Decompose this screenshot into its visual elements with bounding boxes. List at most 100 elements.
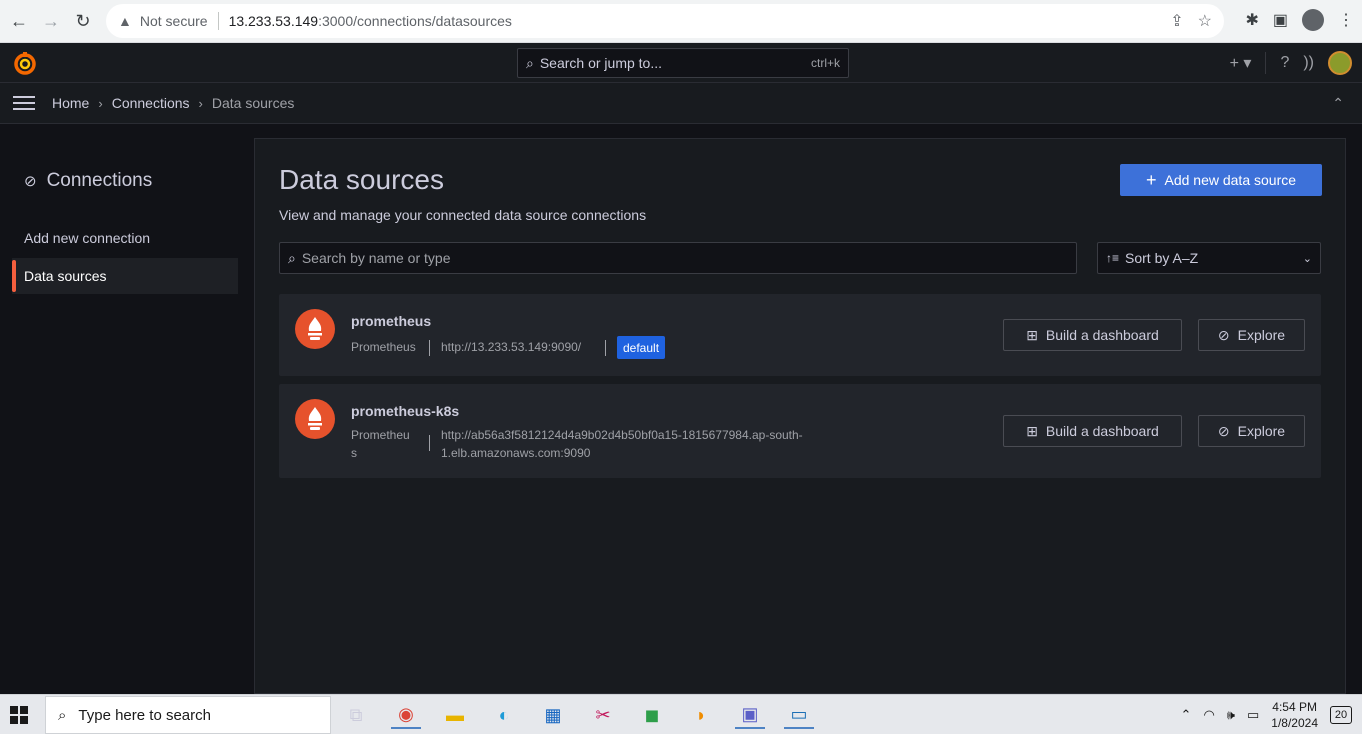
sort-icon: ↑≡ — [1106, 251, 1120, 265]
search-icon: ⌕ — [58, 706, 67, 724]
datasource-card-prometheus[interactable]: prometheus Prometheus http://13.233.53.1… — [279, 294, 1321, 376]
browser-toolbar: ← → ↻ ▲ Not secure 13.233.53.149:3000/co… — [0, 0, 1362, 43]
user-avatar[interactable] — [1328, 51, 1352, 75]
chat-app-icon[interactable]: ◼ — [637, 701, 667, 729]
taskbar-search-input[interactable]: ⌕ Type here to search — [45, 696, 331, 734]
explore-label: Explore — [1237, 423, 1286, 439]
edge-app-icon[interactable]: ◐ — [489, 701, 519, 729]
security-label: Not secure — [139, 13, 208, 29]
chevron-down-icon: ⌄ — [1302, 252, 1312, 265]
meta-divider — [605, 340, 606, 356]
chrome-app-icon[interactable]: ◉ — [391, 701, 421, 729]
sort-value: Sort by A–Z — [1125, 250, 1199, 266]
build-dashboard-button[interactable]: ⊞ Build a dashboard — [1003, 319, 1182, 351]
datasource-search-placeholder: Search by name or type — [301, 250, 451, 266]
sidebar-item-data-sources[interactable]: Data sources — [12, 258, 238, 294]
datasource-type-line1: Prometheu — [351, 428, 410, 442]
sort-select[interactable]: ↑≡ Sort by A–Z ⌄ — [1097, 242, 1321, 274]
notification-icon[interactable]: 20 — [1330, 706, 1352, 724]
datasource-url: http://13.233.53.149:9090/ — [441, 340, 582, 354]
datasource-search-input[interactable]: ⌕ Search by name or type — [279, 242, 1077, 274]
grafana-topbar: ⌕ Search or jump to... ctrl+k + ▾ ? )) — [0, 43, 1362, 83]
store-app-icon[interactable]: ▦ — [538, 701, 568, 729]
system-tray: ⌃ ◠ 🕪 ▭ 4:54 PM 1/8/2024 20 — [1181, 695, 1352, 734]
build-dashboard-button[interactable]: ⊞ Build a dashboard — [1003, 415, 1182, 447]
datasource-type: Prometheus — [351, 340, 416, 354]
windows-start-icon[interactable] — [10, 706, 28, 724]
explore-label: Explore — [1237, 327, 1286, 343]
dashboard-grid-icon: ⊞ — [1026, 326, 1038, 343]
plus-icon: + — [1145, 169, 1157, 190]
address-bar[interactable]: ▲ Not secure 13.233.53.149:3000/connecti… — [106, 4, 1224, 38]
url-path: :3000/connections/datasources — [318, 13, 512, 29]
volume-icon[interactable]: 🕪 — [1227, 707, 1235, 723]
meta-divider — [429, 340, 430, 356]
build-dashboard-label: Build a dashboard — [1045, 423, 1159, 439]
topbar-divider — [1265, 52, 1267, 74]
breadcrumb-separator-icon: › — [98, 95, 103, 111]
sidebar-title-label: Connections — [46, 170, 153, 191]
address-divider — [217, 12, 219, 30]
explore-button[interactable]: ⊘ Explore — [1198, 415, 1305, 447]
breadcrumb-bar: Home › Connections › Data sources ⌃ — [0, 83, 1362, 124]
menu-toggle-icon[interactable] — [13, 96, 35, 110]
default-badge: default — [617, 336, 666, 359]
snipping-tool-icon[interactable]: ✂ — [588, 701, 618, 729]
datasource-name[interactable]: prometheus — [351, 313, 431, 329]
bookmark-star-icon[interactable]: ☆ — [1198, 11, 1212, 31]
prometheus-logo-icon — [295, 309, 335, 349]
dashboard-grid-icon: ⊞ — [1026, 422, 1038, 439]
forward-icon[interactable]: → — [38, 9, 64, 33]
section-sidebar: ⊘ Connections Add new connection Data so… — [0, 124, 254, 694]
taskbar-search-placeholder: Type here to search — [78, 706, 211, 724]
datasource-card-prometheus-k8s[interactable]: prometheus-k8s Prometheu s http://ab56a3… — [279, 384, 1321, 478]
task-view-icon[interactable]: ⧉ — [341, 701, 371, 729]
clock[interactable]: 4:54 PM 1/8/2024 — [1271, 699, 1318, 731]
grafana-logo-icon[interactable] — [12, 51, 38, 77]
profile-icon[interactable] — [1302, 9, 1324, 31]
sidepanel-icon[interactable]: ▣ — [1273, 10, 1288, 30]
page-title: Data sources — [279, 164, 444, 195]
help-icon[interactable]: ? — [1280, 54, 1289, 72]
media-app-icon[interactable]: ◗ — [686, 701, 716, 729]
remote-desktop-icon[interactable]: ▭ — [784, 701, 814, 729]
datasource-name[interactable]: prometheus-k8s — [351, 403, 459, 419]
back-icon[interactable]: ← — [6, 9, 32, 33]
extensions-icon[interactable]: ✱ — [1245, 10, 1258, 30]
build-dashboard-label: Build a dashboard — [1045, 327, 1159, 343]
main-panel: Data sources View and manage your connec… — [254, 138, 1346, 694]
compass-icon: ⊘ — [1217, 326, 1230, 343]
warning-icon: ▲ — [118, 13, 132, 29]
page-subtitle: View and manage your connected data sour… — [279, 207, 647, 223]
sidebar-title: ⊘ Connections — [24, 170, 152, 192]
meta-divider — [429, 435, 430, 451]
news-feed-icon[interactable]: )) — [1303, 54, 1314, 72]
datasource-type-line2: s — [351, 446, 357, 460]
global-search-input[interactable]: ⌕ Search or jump to... ctrl+k — [517, 48, 849, 78]
sidebar-item-add-new-connection[interactable]: Add new connection — [12, 220, 238, 256]
breadcrumb-home[interactable]: Home — [52, 95, 89, 111]
windows-taskbar: ⌕ Type here to search ⧉ ◉ ▬ ◐ ▦ ✂ ◼ ◗ ▣ … — [0, 694, 1362, 734]
prometheus-logo-icon — [295, 399, 335, 439]
collapse-chevron-icon[interactable]: ⌃ — [1332, 95, 1344, 112]
add-menu-button[interactable]: + ▾ — [1230, 53, 1252, 73]
breadcrumb-current: Data sources — [211, 95, 295, 111]
breadcrumb-separator-icon: › — [198, 95, 203, 111]
battery-icon[interactable]: ▭ — [1247, 707, 1259, 723]
datasource-url-line2: 1.elb.amazonaws.com:9090 — [441, 446, 591, 460]
menu-kebab-icon[interactable]: ⋮ — [1338, 10, 1354, 30]
add-button-label: Add new data source — [1164, 172, 1297, 188]
breadcrumb-connections[interactable]: Connections — [112, 95, 190, 111]
tray-chevron-icon[interactable]: ⌃ — [1181, 707, 1192, 723]
share-icon[interactable]: ⇪ — [1170, 11, 1183, 31]
clock-date: 1/8/2024 — [1271, 716, 1318, 730]
teams-app-icon[interactable]: ▣ — [735, 701, 765, 729]
explore-button[interactable]: ⊘ Explore — [1198, 319, 1305, 351]
file-explorer-icon[interactable]: ▬ — [440, 701, 470, 729]
connections-icon: ⊘ — [24, 173, 37, 190]
clock-time: 4:54 PM — [1272, 700, 1317, 714]
add-new-data-source-button[interactable]: + Add new data source — [1120, 164, 1322, 196]
datasource-url-line1: http://ab56a3f5812124d4a9b02d4b50bf0a15-… — [441, 428, 803, 442]
wifi-icon[interactable]: ◠ — [1203, 707, 1214, 723]
reload-icon[interactable]: ↻ — [70, 9, 96, 33]
